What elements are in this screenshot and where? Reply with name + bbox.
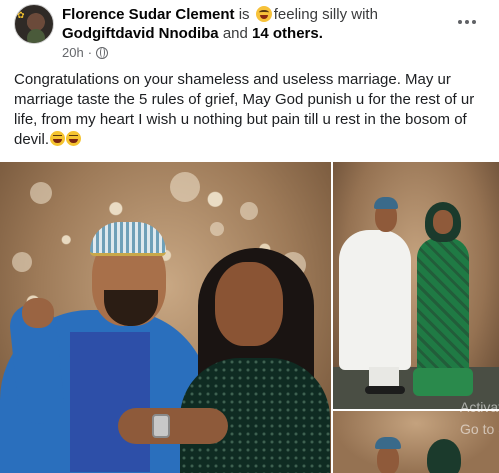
woman-green-dress (417, 238, 469, 388)
woman-face (433, 210, 453, 234)
woman-dress-hem (413, 368, 473, 396)
woman-face (215, 262, 283, 346)
others-link[interactable]: 14 others. (252, 25, 323, 42)
more-dot (465, 20, 469, 24)
post-body-text: Congratulations on your shameless and us… (14, 70, 492, 150)
woman-hijab (427, 439, 461, 473)
meta-separator: · (87, 45, 93, 60)
post-header: ✿ Florence Sudar Clement is feeling sill… (0, 0, 499, 66)
header-line-1: Florence Sudar Clement is feeling silly … (62, 5, 378, 24)
man-cap (374, 197, 398, 209)
sunflower-icon: ✿ (17, 10, 25, 20)
man-shirt (70, 332, 150, 472)
more-dot (472, 20, 476, 24)
grinning-face-icon (66, 131, 82, 146)
tagged-user-link[interactable]: Godgiftdavid Nnodiba (62, 25, 219, 42)
watermark-line-2: Go to Settings to activate Windows. (460, 421, 499, 437)
globe-icon[interactable] (96, 46, 109, 59)
couple-closeup-photo[interactable] (0, 162, 331, 473)
photo-grid (0, 162, 499, 473)
post-timestamp-link[interactable]: 20h (62, 45, 84, 60)
author-name-link[interactable]: Florence Sudar Clement (62, 6, 235, 23)
activate-windows-watermark: Activate Windows Go to Settings to activ… (460, 396, 499, 440)
bokeh-dot (240, 202, 258, 220)
bokeh-dot (30, 182, 52, 204)
man-cap (90, 222, 166, 256)
held-hands (118, 408, 228, 444)
connector-is: is (238, 6, 250, 23)
feeling-text: feeling silly with (273, 6, 378, 23)
more-options-button[interactable] (457, 12, 477, 32)
watermark-line-1: Activate Windows (460, 399, 499, 415)
man-shoes (365, 386, 405, 394)
bokeh-dot (12, 252, 32, 272)
bokeh-dot (170, 172, 200, 202)
author-avatar[interactable]: ✿ (14, 4, 54, 44)
couple-fullbody-photo[interactable] (333, 162, 499, 409)
bokeh-dot (210, 222, 224, 236)
more-horizontal-icon (458, 20, 462, 24)
post-message: Congratulations on your shameless and us… (14, 71, 475, 148)
header-line-2: Godgiftdavid Nnodiba and 14 others. (62, 24, 323, 43)
post-meta: 20h · (62, 45, 109, 60)
grinning-face-icon (50, 131, 66, 146)
man-white-robe (339, 230, 411, 370)
wrist-watch (152, 414, 170, 438)
connector-and: and (222, 25, 248, 42)
man-cap (375, 437, 401, 449)
grinning-tongue-face-icon (255, 6, 272, 22)
man-hand (22, 298, 54, 328)
man-head (377, 445, 399, 473)
